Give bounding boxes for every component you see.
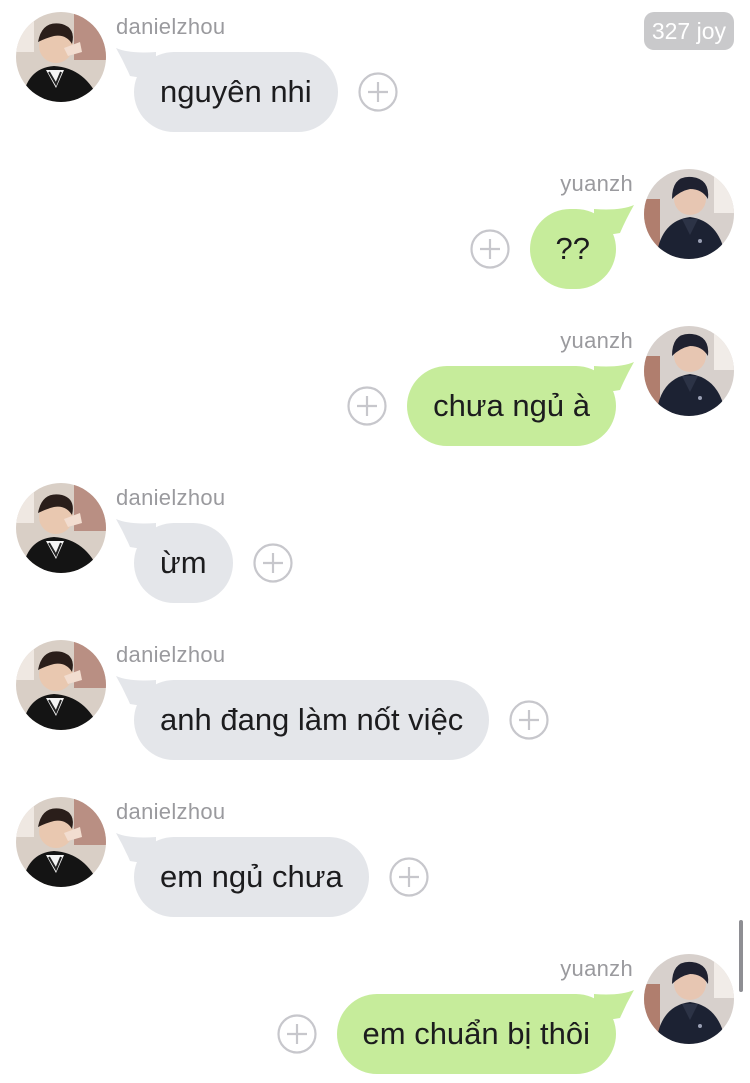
bubble-tail — [594, 990, 634, 1020]
sender-name: danielzhou — [116, 485, 226, 510]
plus-circle-icon[interactable] — [469, 229, 510, 269]
sender-name: danielzhou — [116, 14, 226, 39]
bubble-tail — [116, 676, 156, 706]
avatar-danielzhou[interactable] — [16, 12, 106, 102]
message-row-7: yuanzh em chuẩn bị thôi — [0, 942, 750, 1077]
plus-circle-icon[interactable] — [389, 857, 429, 897]
message-text: ừm — [160, 545, 207, 580]
message-content: nguyên nhi — [116, 48, 398, 132]
incoming-message-bubble[interactable]: ừm — [116, 519, 233, 603]
message-content: ừm — [116, 519, 293, 603]
plus-circle-icon[interactable] — [252, 543, 293, 583]
message-row-4: danielzhou ừm — [0, 471, 750, 606]
outgoing-message-bubble[interactable]: chưa ngủ à — [407, 362, 634, 446]
message-text: anh đang làm nốt việc — [160, 702, 464, 737]
message-row-1: danielzhou nguyên nhi — [0, 0, 750, 135]
message-text: chưa ngủ à — [433, 388, 590, 423]
sender-name: danielzhou — [116, 799, 226, 824]
avatar-danielzhou[interactable] — [16, 797, 106, 887]
avatar-yuanzh[interactable] — [644, 169, 734, 259]
plus-circle-icon[interactable] — [358, 72, 398, 112]
bubble-tail — [116, 48, 156, 78]
message-content: ?? — [469, 205, 634, 289]
sender-name: yuanzh — [560, 328, 633, 353]
bubble-tail — [594, 205, 634, 235]
message-content: anh đang làm nốt việc — [116, 676, 549, 760]
message-text: nguyên nhi — [160, 74, 312, 109]
plus-circle-icon[interactable] — [276, 1014, 317, 1054]
message-content: em ngủ chưa — [116, 833, 429, 917]
bubble-tail — [116, 519, 156, 549]
incoming-message-bubble[interactable]: anh đang làm nốt việc — [116, 676, 490, 760]
message-row-2: yuanzh ?? — [0, 157, 750, 292]
incoming-message-bubble[interactable]: em ngủ chưa — [116, 833, 369, 917]
bubble-tail — [594, 362, 634, 392]
incoming-message-bubble[interactable]: nguyên nhi — [116, 48, 338, 132]
sender-name: danielzhou — [116, 642, 226, 667]
message-content: em chuẩn bị thôi — [276, 990, 634, 1074]
plus-circle-icon[interactable] — [509, 700, 549, 740]
avatar-danielzhou[interactable] — [16, 640, 106, 730]
message-text: em chuẩn bị thôi — [362, 1016, 590, 1051]
message-row-6: danielzhou em ngủ chưa — [0, 785, 750, 920]
sender-name: yuanzh — [560, 956, 633, 981]
avatar-yuanzh[interactable] — [644, 954, 734, 1044]
sender-name: yuanzh — [560, 171, 633, 196]
message-text: em ngủ chưa — [160, 859, 343, 894]
message-content: chưa ngủ à — [347, 362, 634, 446]
avatar-yuanzh[interactable] — [644, 326, 734, 416]
scrollbar[interactable] — [739, 920, 743, 992]
message-row-3: yuanzh chưa ngủ à — [0, 314, 750, 449]
outgoing-message-bubble[interactable]: em chuẩn bị thôi — [336, 990, 634, 1074]
avatar-danielzhou[interactable] — [16, 483, 106, 573]
message-text: ?? — [555, 231, 590, 266]
outgoing-message-bubble[interactable]: ?? — [529, 205, 634, 289]
bubble-tail — [116, 833, 156, 863]
plus-circle-icon[interactable] — [347, 386, 387, 426]
message-row-5: danielzhou anh đang làm nốt việc — [0, 628, 750, 763]
